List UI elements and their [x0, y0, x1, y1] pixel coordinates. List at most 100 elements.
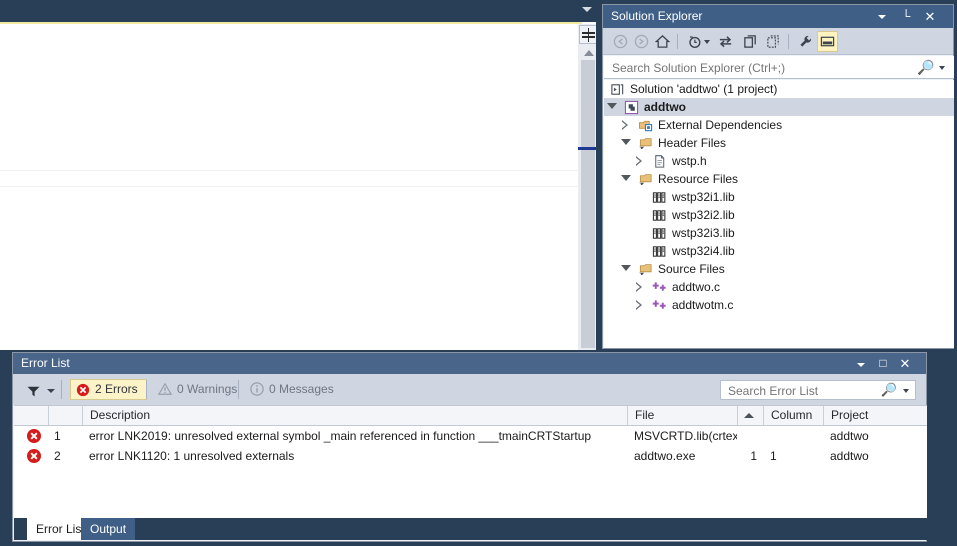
row-file: MSVCRTD.lib(crtexe — [634, 429, 737, 443]
tree-item-label: wstp.h — [672, 154, 707, 168]
preview-window-icon[interactable] — [817, 31, 838, 52]
wrench-icon[interactable] — [795, 31, 816, 52]
tree-item-external-dependencies[interactable]: External Dependencies — [604, 116, 954, 134]
filter-folder-icon — [638, 172, 653, 187]
back-arrow-icon[interactable] — [610, 31, 631, 52]
expander-closed-icon[interactable] — [621, 120, 628, 130]
scroll-up-arrow-icon[interactable] — [584, 50, 594, 56]
sort-ascending-icon — [744, 413, 754, 418]
search-input[interactable] — [726, 382, 880, 400]
toolbar-separator — [146, 380, 147, 399]
row-project: addtwo — [830, 429, 869, 443]
maximize-icon[interactable]: □ — [874, 353, 892, 374]
expander-closed-icon[interactable] — [635, 300, 642, 310]
clock-filter-icon[interactable] — [684, 31, 705, 52]
column-header-number[interactable] — [48, 406, 82, 425]
pin-icon[interactable]: └ — [897, 5, 915, 28]
editor-region — [0, 0, 598, 350]
messages-toggle-label: 0 Messages — [269, 382, 334, 396]
column-header-project[interactable]: Project — [823, 406, 927, 425]
expander-open-icon[interactable] — [621, 175, 631, 181]
search-icon: 🔍 — [916, 59, 934, 75]
tree-item-label: addtwotm.c — [672, 298, 734, 312]
library-icon — [652, 226, 667, 241]
messages-toggle[interactable]: 0 Messages — [245, 379, 342, 400]
chevron-down-icon[interactable] — [903, 389, 909, 393]
solution-explorer-title-bar: Solution Explorer └ ✕ — [603, 5, 953, 28]
chevron-down-icon[interactable] — [704, 40, 710, 44]
editor-separator-line — [0, 170, 578, 171]
panel-menu-button[interactable] — [873, 5, 891, 28]
chevron-down-icon[interactable] — [582, 7, 592, 12]
column-header-description[interactable]: Description — [82, 406, 627, 425]
c-source-icon — [652, 298, 667, 313]
warnings-toggle[interactable]: 0 Warnings — [153, 379, 245, 400]
column-header-column[interactable]: Column — [763, 406, 823, 425]
expander-closed-icon[interactable] — [635, 282, 642, 292]
solution-explorer-toolbar — [603, 28, 953, 55]
tree-item-wstp32i2-lib[interactable]: wstp32i2.lib — [604, 206, 954, 224]
close-icon[interactable]: ✕ — [896, 353, 914, 374]
tree-item-label: Header Files — [658, 136, 727, 150]
error-list-panel: Error List □ ✕ 2 Errors 0 Warnings 0 Mes… — [12, 352, 927, 542]
toolbar-separator — [677, 34, 678, 49]
error-list-toolbar: 2 Errors 0 Warnings 0 Messages 🔍 — [13, 374, 926, 405]
tree-item-wstp32i3-lib[interactable]: wstp32i3.lib — [604, 224, 954, 242]
toolbar-separator — [61, 380, 62, 399]
tree-item-wstp32i1-lib[interactable]: wstp32i1.lib — [604, 188, 954, 206]
sync-arrows-icon[interactable] — [715, 31, 736, 52]
chevron-down-icon[interactable] — [939, 66, 945, 70]
column-header-label: Description — [90, 408, 151, 422]
tree-item-wstp-h[interactable]: wstp.h — [604, 152, 954, 170]
expander-open-icon[interactable] — [621, 139, 631, 145]
forward-arrow-icon[interactable] — [631, 31, 652, 52]
row-number: 2 — [54, 449, 61, 463]
column-header-icon[interactable] — [14, 406, 48, 425]
chevron-down-icon[interactable] — [47, 389, 55, 393]
table-row[interactable]: 2 error LNK1120: 1 unresolved externals ad… — [14, 446, 927, 466]
panel-menu-button[interactable] — [852, 353, 870, 374]
tree-item-label: Solution 'addtwo' (1 project) — [630, 82, 778, 96]
column-header-label: Column — [771, 408, 813, 422]
tree-item-addtwotm-c[interactable]: addtwotm.c — [604, 296, 954, 314]
expander-open-icon[interactable] — [607, 103, 617, 109]
tree-item-resource-files[interactable]: Resource Files — [604, 170, 954, 188]
expander-closed-icon[interactable] — [635, 156, 642, 166]
home-icon[interactable] — [652, 31, 673, 52]
tree-item-wstp32i4-lib[interactable]: wstp32i4.lib — [604, 242, 954, 260]
errors-toggle[interactable]: 2 Errors — [70, 379, 147, 400]
warnings-toggle-label: 0 Warnings — [177, 382, 238, 396]
close-icon[interactable]: ✕ — [921, 5, 939, 28]
cpp-project-icon — [624, 100, 639, 115]
tree-item-addtwo[interactable]: addtwo — [604, 98, 954, 116]
tree-item-label: Source Files — [658, 262, 725, 276]
solution-explorer-search-box[interactable]: 🔍 — [604, 56, 954, 79]
tree-item-label: Resource Files — [658, 172, 739, 186]
toolbar-separator — [788, 34, 789, 49]
tree-item-header-files[interactable]: Header Files — [604, 134, 954, 152]
expander-open-icon[interactable] — [621, 265, 631, 271]
tree-item-solution-addtwo-1-project[interactable]: Solution 'addtwo' (1 project) — [604, 80, 954, 98]
solution-tree[interactable]: Solution 'addtwo' (1 project) addtwo Exter… — [604, 80, 954, 348]
tree-item-label: addtwo.c — [672, 280, 721, 294]
solution-explorer-panel: Solution Explorer └ ✕ Search Solution Ex… — [602, 4, 954, 349]
editor-canvas[interactable] — [0, 24, 578, 350]
split-view-icon[interactable] — [579, 25, 597, 44]
column-header-file[interactable]: File — [627, 406, 737, 425]
funnel-filter-icon[interactable] — [27, 384, 40, 397]
scrollbar-thumb[interactable] — [581, 60, 595, 348]
show-all-files-icon[interactable] — [763, 31, 784, 52]
copy-pages-icon[interactable] — [740, 31, 761, 52]
table-row[interactable]: 1 error LNK2019: unresolved external symb… — [14, 426, 927, 446]
column-header-label: Project — [831, 408, 869, 422]
error-list-search-box[interactable]: 🔍 — [720, 380, 916, 400]
tab-output[interactable]: Output — [81, 518, 136, 540]
tree-item-addtwo-c[interactable]: addtwo.c — [604, 278, 954, 296]
search-input[interactable] — [610, 58, 914, 78]
error-list-rows[interactable]: 1 error LNK2019: unresolved external symb… — [14, 426, 927, 520]
column-header-line[interactable] — [737, 406, 763, 425]
column-header-label: File — [635, 408, 655, 422]
tree-item-label: addtwo — [644, 100, 686, 114]
tree-item-source-files[interactable]: Source Files — [604, 260, 954, 278]
library-icon — [652, 190, 667, 205]
